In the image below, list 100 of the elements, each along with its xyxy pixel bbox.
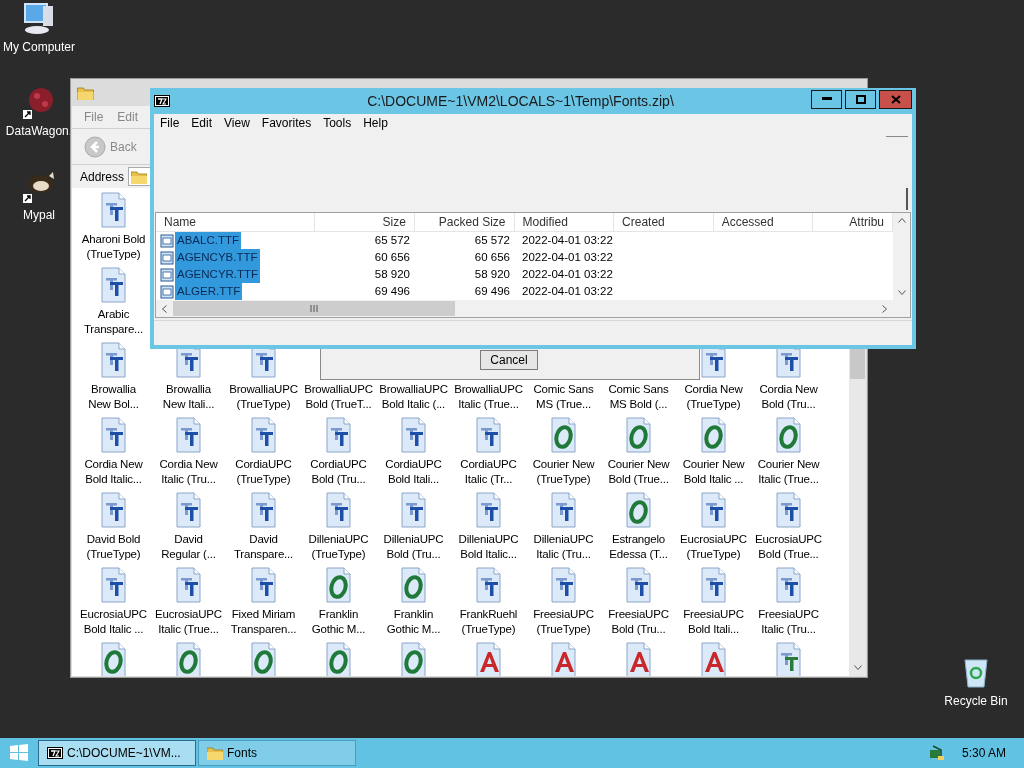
file-icon — [160, 250, 174, 265]
font-file-label[interactable]: Comic Sans MS (True... — [533, 382, 594, 412]
column-header[interactable]: Modified — [514, 213, 615, 231]
font-file-label[interactable]: CordiaUPC (TrueType) — [235, 457, 292, 487]
font-file-label[interactable]: FreesiaUPC Bold (Tru... — [608, 607, 669, 637]
font-file-label[interactable]: FreesiaUPC Italic (Tru... — [758, 607, 819, 637]
packed-size-cell-text: 65 572 — [473, 232, 511, 248]
cancel-button[interactable]: Cancel — [480, 350, 538, 370]
font-file-label[interactable]: EucrosiaUPC (TrueType) — [680, 532, 747, 562]
font-file-label[interactable]: Comic Sans MS Bold (... — [608, 382, 669, 412]
menu-item[interactable]: View — [224, 114, 250, 132]
column-header[interactable]: Attribu — [813, 213, 893, 231]
modified-cell-text: 2022-04-01 03:22 — [521, 249, 614, 265]
modified-cell-text: 2022-04-01 03:22 — [521, 266, 614, 282]
font-file-label[interactable]: Courier New (TrueType) — [532, 457, 595, 487]
font-file-label[interactable]: DilleniaUPC Italic (Tru... — [533, 532, 594, 562]
menu-item[interactable]: Edit — [191, 114, 213, 132]
font-file-label[interactable]: Cordia New Italic (Tru... — [159, 457, 218, 487]
grip-icon — [310, 305, 318, 312]
font-file-label[interactable]: EucrosiaUPC Bold (True... — [755, 532, 822, 562]
font-file-label[interactable]: Courier New Italic (True... — [757, 457, 820, 487]
size-cell-text: 69 496 — [373, 283, 411, 299]
size-cell-text: 58 920 — [373, 266, 411, 282]
size-cell-text: 65 572 — [373, 232, 411, 248]
maximize-icon — [855, 94, 866, 104]
taskbar-button[interactable]: C:\DOCUME~1\VM... — [38, 740, 196, 766]
desktop-icon-label[interactable]: DataWagon. — [5, 122, 73, 140]
folder-icon — [77, 85, 94, 100]
window-title: C:\DOCUME~1\VM2\LOCALS~1\Temp\Fonts.zip\ — [366, 91, 675, 111]
packed-size-cell-text: 69 496 — [473, 283, 511, 299]
column-header[interactable]: Packed Size — [414, 213, 515, 231]
font-file-label[interactable]: Cordia New Bold (Tru... — [759, 382, 818, 412]
font-file-label[interactable]: David Transpare... — [233, 532, 294, 562]
font-file-label[interactable]: FreesiaUPC (TrueType) — [533, 607, 594, 637]
folder-icon — [207, 746, 223, 760]
horizontal-scrollbar[interactable] — [156, 300, 910, 317]
font-file-label[interactable]: EucrosiaUPC Bold Italic ... — [80, 607, 147, 637]
desktop-icon-label[interactable]: Recycle Bin — [944, 692, 1008, 710]
menu-item[interactable]: Help — [363, 114, 388, 132]
minimize-button[interactable] — [811, 89, 842, 109]
menu-item[interactable]: Tools — [323, 114, 352, 132]
font-file-label[interactable]: David Bold (TrueType) — [86, 532, 141, 562]
font-file-label[interactable]: FreesiaUPC Bold Itali... — [683, 607, 744, 637]
font-file-label[interactable]: DilleniaUPC (TrueType) — [308, 532, 369, 562]
file-icon — [160, 267, 174, 282]
file-name[interactable]: AGENCYB.TTF — [175, 248, 260, 267]
address-label: Address — [80, 168, 125, 186]
packed-size-cell-text: 60 656 — [473, 249, 511, 265]
close-button[interactable] — [879, 89, 912, 109]
font-file-label[interactable]: Franklin Gothic M... — [386, 607, 441, 637]
folder-icon — [131, 169, 148, 184]
font-file-label[interactable]: Browallia New Bol... — [88, 382, 139, 412]
font-file-label[interactable]: Courier New Bold (True... — [607, 457, 670, 487]
font-file-label[interactable]: Franklin Gothic M... — [311, 607, 366, 637]
modified-cell-text: 2022-04-01 03:22 — [521, 232, 614, 248]
font-file-label[interactable]: EucrosiaUPC Italic (True... — [155, 607, 222, 637]
address-field[interactable] — [128, 167, 153, 186]
taskbar-button[interactable]: Fonts — [198, 740, 356, 766]
font-file-label[interactable]: DilleniaUPC Bold Italic... — [458, 532, 519, 562]
menu-item[interactable]: File — [160, 114, 180, 132]
font-file-label[interactable]: BrowalliaUPC Bold Italic (... — [379, 382, 448, 412]
font-file-label[interactable]: BrowalliaUPC Italic (True... — [454, 382, 523, 412]
size-cell-text: 60 656 — [373, 249, 411, 265]
file-icon — [160, 233, 174, 248]
modified-cell-text: 2022-04-01 03:22 — [521, 283, 614, 299]
clock[interactable]: 5:30 AM — [961, 744, 1006, 762]
font-file-label[interactable]: Arabic Transpare... — [83, 307, 144, 337]
font-file-label[interactable]: Courier New Bold Italic ... — [682, 457, 745, 487]
vertical-scrollbar[interactable] — [893, 213, 910, 300]
font-file-label[interactable]: BrowalliaUPC (TrueType) — [229, 382, 298, 412]
column-header[interactable]: Size — [315, 213, 415, 231]
font-file-label[interactable]: CordiaUPC Bold (Tru... — [310, 457, 367, 487]
desktop-icon-label[interactable]: Mypal — [23, 206, 55, 224]
column-header[interactable]: Name — [156, 213, 316, 231]
column-header[interactable]: Created — [614, 213, 714, 231]
font-file-label[interactable]: Estrangelo Edessa (T... — [609, 532, 668, 562]
font-file-label[interactable]: Cordia New (TrueType) — [684, 382, 743, 412]
font-file-label[interactable]: David Regular (... — [161, 532, 216, 562]
recycle-bin-icon — [961, 656, 991, 688]
file-icon — [160, 284, 174, 299]
font-file-label[interactable]: Browallia New Itali... — [162, 382, 215, 412]
maximize-button[interactable] — [845, 89, 876, 109]
font-file-label[interactable]: Fixed Miriam Transparen... — [230, 607, 297, 637]
font-file-label[interactable]: Aharoni Bold (TrueType) — [81, 232, 146, 262]
desktop-icon-label[interactable]: My Computer — [3, 38, 75, 56]
scroll-thumb[interactable] — [173, 301, 455, 316]
column-header[interactable]: Accessed — [713, 213, 814, 231]
font-file-label[interactable]: CordiaUPC Italic (Tr... — [460, 457, 517, 487]
close-icon — [890, 94, 901, 104]
minimize-icon — [821, 97, 832, 101]
packed-size-cell-text: 58 920 — [473, 266, 511, 282]
font-file-label[interactable]: BrowalliaUPC Bold (TrueT... — [304, 382, 373, 412]
menu-item[interactable]: Favorites — [261, 114, 312, 132]
font-file-label[interactable]: CordiaUPC Bold Itali... — [385, 457, 442, 487]
font-file-label[interactable]: FrankRuehl (TrueType) — [459, 607, 518, 637]
archive-app-icon — [47, 747, 63, 759]
font-file-label[interactable]: Cordia New Bold Italic... — [84, 457, 143, 487]
archive-app-icon — [154, 95, 170, 107]
start-button[interactable] — [8, 743, 30, 763]
font-file-label[interactable]: DilleniaUPC Bold (Tru... — [383, 532, 444, 562]
